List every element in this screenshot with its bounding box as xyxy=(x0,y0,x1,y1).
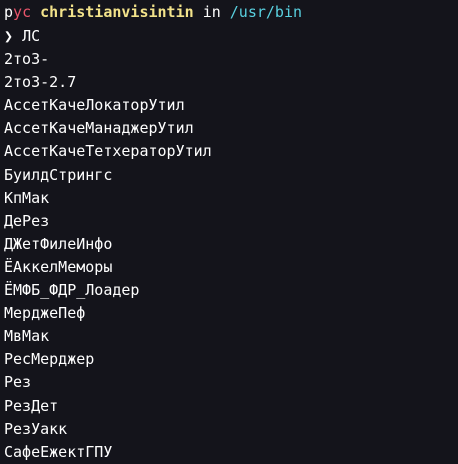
list-item: РесМерджер xyxy=(4,350,95,369)
list-item: РезДет xyxy=(4,396,59,415)
list-item: МвМак xyxy=(4,327,50,346)
prompt-path: /usr/bin xyxy=(229,3,303,21)
list-item: ДеРез xyxy=(4,211,50,230)
list-item: Рез xyxy=(4,373,32,392)
terminal-window[interactable]: рус christianvisintin in /usr/bin ❯ ЛС 2… xyxy=(0,0,458,461)
list-item: АссетКачеМанаджерУтил xyxy=(4,119,194,138)
list-item: ЁАккелМеморы xyxy=(4,257,113,276)
list-item: 2то3- xyxy=(4,50,50,69)
list-item: ЁМФБ_ФДР_Лоадер xyxy=(4,281,140,300)
list-item: РезУакк xyxy=(4,419,68,438)
list-item: МерджеПеф xyxy=(4,304,86,323)
list-item: БуилдСтрингс xyxy=(4,165,113,184)
list-item: 2то3-2.7 xyxy=(4,73,77,92)
command-text: ЛС xyxy=(22,27,41,45)
prompt-chevron-icon: ❯ xyxy=(4,27,14,45)
prompt-in-word: in xyxy=(202,3,221,21)
prompt-user: christianvisintin xyxy=(40,3,194,21)
list-item: СафеЕжектГПУ xyxy=(4,442,113,461)
prompt-host-char-3: с xyxy=(22,3,32,21)
list-item: АссетКачеЛокаторУтил xyxy=(4,96,185,115)
list-item: АссетКачеТетхераторУтил xyxy=(4,142,212,161)
prompt-host-char-1: р xyxy=(4,3,14,21)
list-item: КпМак xyxy=(4,188,50,207)
prompt-line: рус christianvisintin in /usr/bin xyxy=(4,0,458,25)
directory-listing: 2то3- 2то3-2.7 АссетКачеЛокаторУтил Ассе… xyxy=(4,48,458,464)
prompt-host-char-2: у xyxy=(13,3,23,21)
command-line[interactable]: ❯ ЛС xyxy=(4,25,458,48)
list-item: ДЖетФилеИнфо xyxy=(4,234,113,253)
